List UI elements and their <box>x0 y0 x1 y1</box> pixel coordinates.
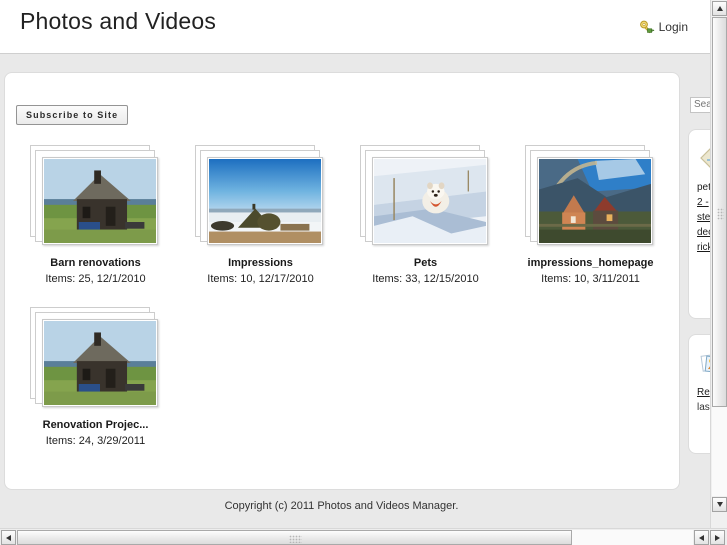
album-meta: Items: 33, 12/15/2010 <box>372 273 479 285</box>
recent-panel: Re las <box>688 334 710 454</box>
album-cover-image <box>208 159 321 243</box>
photo-stack-icon <box>699 349 710 377</box>
scroll-left-arrow-button-secondary[interactable] <box>694 530 709 545</box>
album-cover-image <box>43 159 156 243</box>
album-card[interactable]: Impressions Items: 10, 12/17/2010 <box>178 145 343 285</box>
vertical-scroll-thumb[interactable] <box>712 17 727 407</box>
album-card[interactable]: Pets Items: 33, 12/15/2010 <box>343 145 508 285</box>
album-thumbnail-stack <box>359 145 492 248</box>
page-viewport: Photos and Videos Login Subscribe to Sit… <box>0 0 710 528</box>
login-label: Login <box>658 20 688 34</box>
login-link[interactable]: Login <box>639 19 688 35</box>
site-header: Photos and Videos Login <box>0 0 710 53</box>
album-cover-image <box>373 159 486 243</box>
recent-link[interactable]: Re <box>697 385 710 400</box>
vertical-scrollbar[interactable] <box>710 0 727 528</box>
search-input[interactable] <box>690 96 710 113</box>
scroll-right-arrow-button[interactable] <box>710 530 725 545</box>
album-title: Pets <box>413 257 438 269</box>
album-thumbnail-stack <box>29 307 162 410</box>
album-meta: Items: 24, 3/29/2011 <box>45 435 146 447</box>
recent-subtitle: las <box>697 402 710 413</box>
scroll-up-arrow-icon <box>716 6 723 11</box>
album-cover-image <box>538 159 651 243</box>
album-cover-image <box>43 321 156 405</box>
search-row <box>690 94 710 113</box>
album-thumbnail-stack <box>29 145 162 248</box>
album-meta: Items: 10, 3/11/2011 <box>541 273 640 285</box>
tag-link-0[interactable]: pet <box>697 180 710 195</box>
album-meta: Items: 25, 12/1/2010 <box>45 273 146 285</box>
key-login-icon <box>639 19 655 35</box>
scroll-up-arrow-button[interactable] <box>712 1 727 16</box>
right-sidebar: pet 2 - ste dec rick Re las <box>686 72 710 490</box>
header-divider <box>0 53 710 72</box>
album-title: Renovation Projec... <box>42 419 149 431</box>
subscribe-to-site-button[interactable]: Subscribe to Site <box>16 105 129 125</box>
tags-panel: pet 2 - ste dec rick <box>688 129 710 319</box>
album-meta: Items: 10, 12/17/2010 <box>207 273 314 285</box>
tag-link-4[interactable]: rick <box>697 240 710 255</box>
horizontal-scroll-track[interactable] <box>17 530 693 545</box>
album-cover-frame <box>41 319 158 407</box>
album-cover-frame <box>41 157 158 245</box>
footer-copyright: Copyright (c) 2011 Photos and Videos Man… <box>224 500 459 512</box>
scroll-right-arrow-icon <box>715 534 720 541</box>
album-grid: Barn renovations Items: 25, 12/1/2010 Im… <box>13 145 673 469</box>
page-title: Photos and Videos <box>20 8 217 34</box>
vertical-scroll-track[interactable] <box>712 17 727 496</box>
horizontal-scrollbar[interactable] <box>0 528 727 545</box>
album-card[interactable]: Renovation Projec... Items: 24, 3/29/201… <box>13 307 178 447</box>
scroll-down-arrow-icon <box>716 502 723 507</box>
album-thumbnail-stack <box>194 145 327 248</box>
tag-link-2[interactable]: ste <box>697 210 710 225</box>
album-thumbnail-stack <box>524 145 657 248</box>
tag-diamond-icon <box>699 144 710 172</box>
scroll-down-arrow-button[interactable] <box>712 497 727 512</box>
album-title: impressions_homepage <box>527 257 654 269</box>
main-content-panel: Subscribe to Site Barn renovations Items… <box>4 72 680 490</box>
tag-link-3[interactable]: dec <box>697 225 710 240</box>
scroll-left-arrow-button[interactable] <box>1 530 16 545</box>
album-card[interactable]: Barn renovations Items: 25, 12/1/2010 <box>13 145 178 285</box>
album-title: Impressions <box>228 257 293 269</box>
album-cover-frame <box>536 157 653 245</box>
horizontal-scroll-grip-icon <box>289 535 302 543</box>
album-cover-frame <box>371 157 488 245</box>
album-cover-frame <box>206 157 323 245</box>
scroll-left-arrow-icon <box>699 534 704 541</box>
album-title: Barn renovations <box>50 257 141 269</box>
horizontal-scroll-thumb[interactable] <box>17 530 572 545</box>
album-card[interactable]: impressions_homepage Items: 10, 3/11/201… <box>508 145 673 285</box>
scroll-left-arrow-icon <box>6 534 11 541</box>
tag-link-1[interactable]: 2 - <box>697 195 710 210</box>
browser-window: Photos and Videos Login Subscribe to Sit… <box>0 0 727 545</box>
vertical-scroll-grip-icon <box>717 208 724 220</box>
